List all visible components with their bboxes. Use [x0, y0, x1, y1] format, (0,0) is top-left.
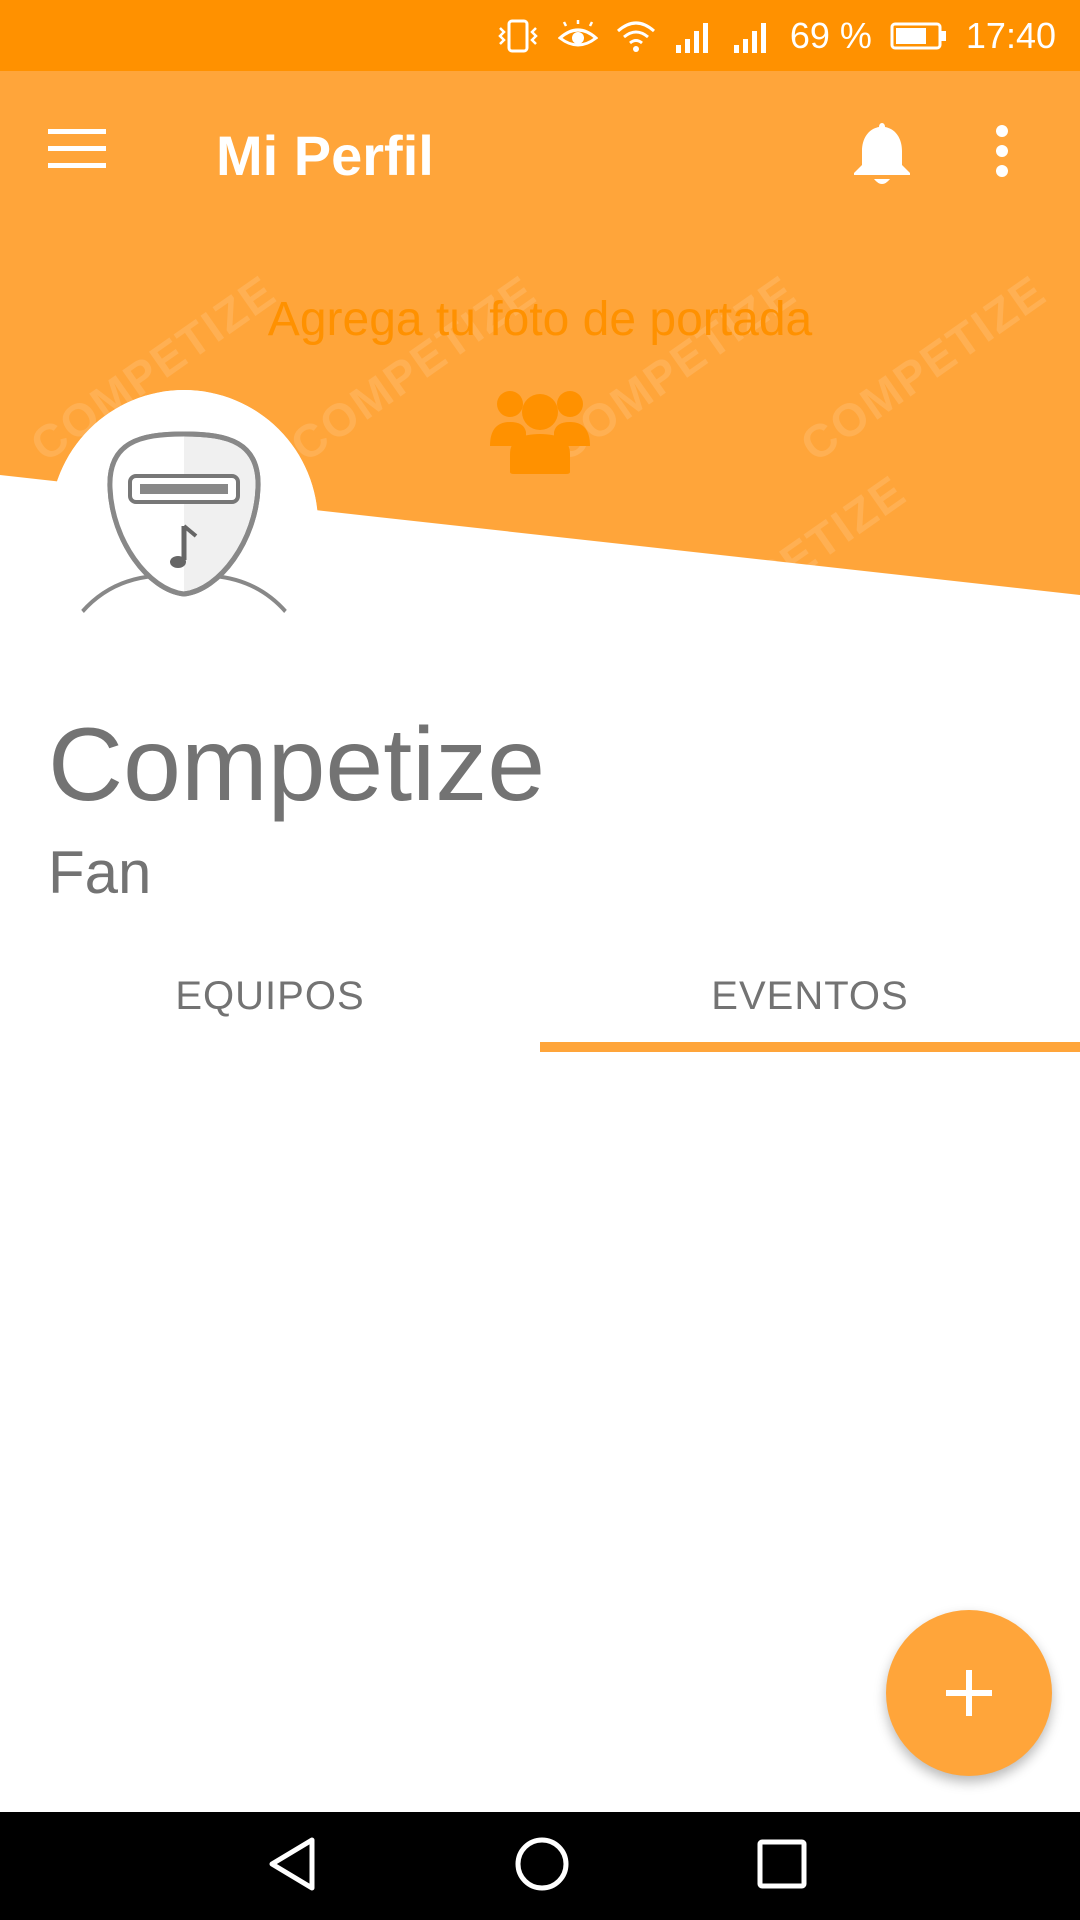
- home-icon[interactable]: [512, 1834, 582, 1898]
- wifi-icon: [616, 19, 656, 53]
- status-bar: 69 % 17:40: [0, 0, 1080, 71]
- profile-name: Competize: [48, 707, 546, 823]
- app-bar: Mi Perfil: [0, 71, 1080, 243]
- avatar[interactable]: [50, 390, 318, 658]
- signal-icon: [674, 19, 714, 53]
- tab-equipos[interactable]: EQUIPOS: [0, 940, 540, 1052]
- more-vertical-icon[interactable]: [992, 123, 1036, 195]
- battery-icon: [890, 21, 948, 51]
- tab-eventos[interactable]: EVENTOS: [540, 940, 1080, 1052]
- add-cover-photo-text[interactable]: Agrega tu foto de portada: [0, 292, 1080, 347]
- system-nav-bar: [0, 1812, 1080, 1920]
- hamburger-menu-icon[interactable]: [48, 127, 120, 187]
- plus-icon: [946, 1670, 992, 1716]
- battery-percent: 69 %: [789, 14, 872, 56]
- group-icon[interactable]: [490, 384, 590, 474]
- eye-icon: [557, 19, 598, 52]
- back-icon[interactable]: [264, 1834, 334, 1898]
- vibrate-icon: [496, 18, 540, 54]
- profile-tabs: EQUIPOS EVENTOS: [0, 940, 1080, 1052]
- recents-icon[interactable]: [752, 1834, 822, 1898]
- bell-icon[interactable]: [850, 119, 926, 199]
- page-title: Mi Perfil: [216, 124, 434, 187]
- profile-role: Fan: [48, 839, 152, 906]
- tab-selected-indicator: [540, 1042, 1080, 1052]
- signal-icon: [732, 19, 772, 53]
- clock: 17:40: [965, 14, 1056, 56]
- add-button[interactable]: [886, 1610, 1052, 1776]
